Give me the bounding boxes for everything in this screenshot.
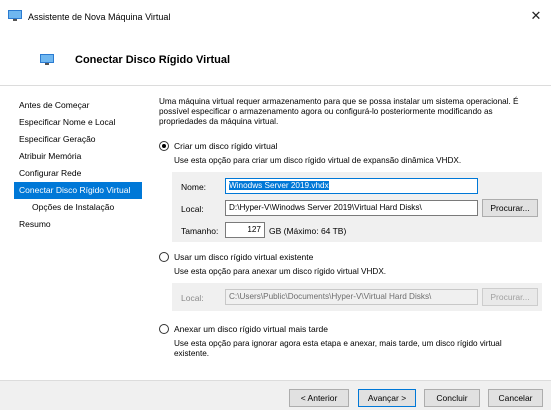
next-button[interactable]: Avançar > <box>358 389 416 407</box>
wizard-steps-nav: Antes de Começar Especificar Nome e Loca… <box>14 97 142 233</box>
existing-location-input[interactable]: C:\Users\Public\Documents\Hyper-V\Virtua… <box>225 289 478 305</box>
title-bar: Assistente de Nova Máquina Virtual ✕ <box>0 0 551 30</box>
radio-use-existing-vhd-label: Usar um disco rígido virtual existente <box>174 252 314 262</box>
create-vhd-description: Use esta opção para criar um disco rígid… <box>174 156 462 165</box>
size-unit-text: GB (Máximo: 64 TB) <box>269 226 347 236</box>
radio-attach-later-label: Anexar um disco rígido virtual mais tard… <box>174 324 329 334</box>
size-input[interactable]: 127 <box>225 222 265 238</box>
wizard-footer: < Anterior Avançar > Concluir Cancelar <box>0 380 551 410</box>
back-button[interactable]: < Anterior <box>289 389 349 407</box>
attach-later-description: Use esta opção para ignorar agora esta e… <box>174 339 502 358</box>
step-configure-network[interactable]: Configurar Rede <box>14 165 142 182</box>
page-header: Conectar Disco Rígido Virtual <box>0 30 551 85</box>
cancel-button[interactable]: Cancelar <box>488 389 543 407</box>
step-before-you-begin[interactable]: Antes de Começar <box>14 97 142 114</box>
location-input[interactable]: D:\Hyper-V\Winodws Server 2019\Virtual H… <box>225 200 478 216</box>
page-title: Conectar Disco Rígido Virtual <box>75 54 231 66</box>
browse-button[interactable]: Procurar... <box>482 199 538 217</box>
step-summary[interactable]: Resumo <box>14 216 142 233</box>
radio-attach-later[interactable]: Anexar um disco rígido virtual mais tard… <box>159 323 328 335</box>
radio-button-checked[interactable] <box>159 141 169 151</box>
window-title: Assistente de Nova Máquina Virtual <box>28 12 171 22</box>
radio-create-vhd[interactable]: Criar um disco rígido virtual <box>159 140 277 152</box>
existing-vhd-description: Use esta opção para anexar um disco rígi… <box>174 267 387 276</box>
step-specify-name-location[interactable]: Especificar Nome e Local <box>14 114 142 131</box>
main-content: Uma máquina virtual requer armazenamento… <box>159 97 539 127</box>
hyper-v-monitor-icon <box>40 54 54 65</box>
step-connect-virtual-hard-disk[interactable]: Conectar Disco Rígido Virtual <box>14 182 142 199</box>
name-input[interactable]: Winodws Server 2019.vhdx <box>225 178 478 194</box>
existing-browse-button[interactable]: Procurar... <box>482 288 538 306</box>
radio-create-vhd-label: Criar um disco rígido virtual <box>174 141 278 151</box>
finish-button[interactable]: Concluir <box>424 389 480 407</box>
close-icon[interactable]: ✕ <box>529 9 543 23</box>
size-label: Tamanho: <box>181 226 219 236</box>
name-input-value: Winodws Server 2019.vhdx <box>229 181 329 190</box>
existing-location-label: Local: <box>181 293 204 303</box>
radio-button-unchecked[interactable] <box>159 324 169 334</box>
location-label: Local: <box>181 204 204 214</box>
header-divider <box>0 85 551 86</box>
intro-text: Uma máquina virtual requer armazenamento… <box>159 97 519 126</box>
step-assign-memory[interactable]: Atribuir Memória <box>14 148 142 165</box>
name-label: Nome: <box>181 182 207 192</box>
existing-vhd-group: Local: C:\Users\Public\Documents\Hyper-V… <box>172 283 542 311</box>
radio-use-existing-vhd[interactable]: Usar um disco rígido virtual existente <box>159 251 313 263</box>
radio-button-unchecked[interactable] <box>159 252 169 262</box>
create-vhd-group: Nome: Winodws Server 2019.vhdx Local: D:… <box>172 172 542 242</box>
hyper-v-monitor-icon <box>8 10 22 21</box>
step-specify-generation[interactable]: Especificar Geração <box>14 131 142 148</box>
step-installation-options[interactable]: Opções de Instalação <box>14 199 142 216</box>
